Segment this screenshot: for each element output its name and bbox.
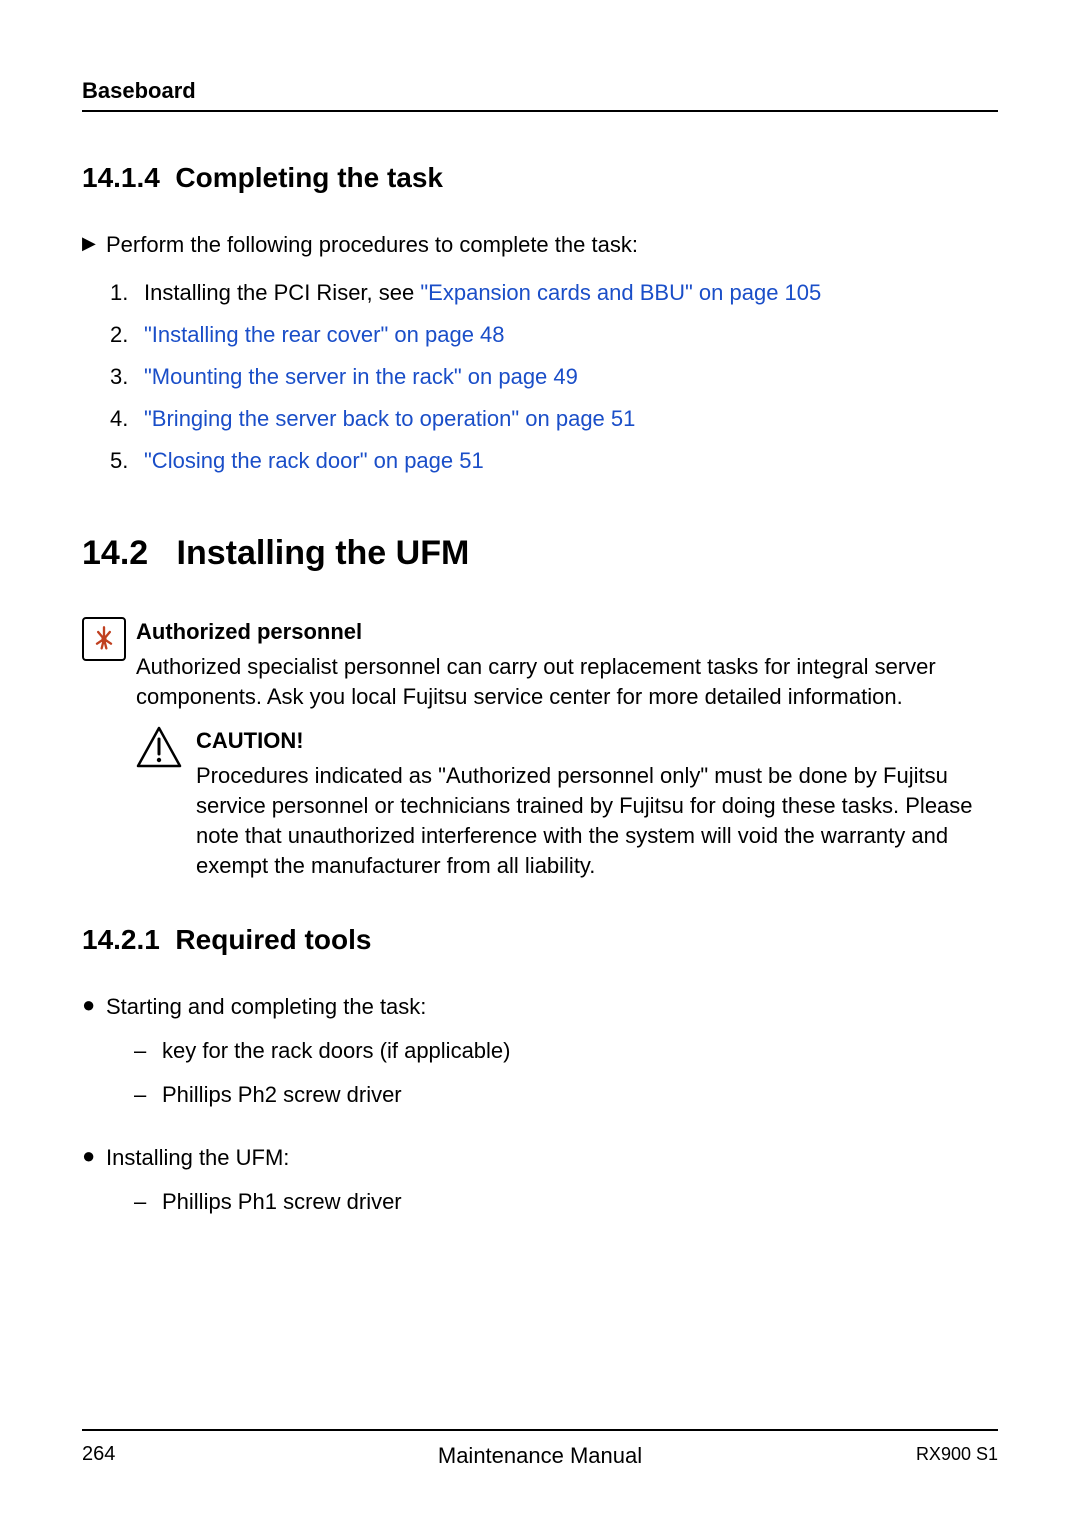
caution-triangle-icon xyxy=(136,726,182,768)
section-heading-required-tools: 14.2.1 Required tools xyxy=(82,924,998,956)
authorized-title: Authorized personnel xyxy=(136,617,998,647)
list-item: –key for the rack doors (if applicable) xyxy=(134,1036,998,1066)
section-heading-installing-ufm: 14.2 Installing the UFM xyxy=(82,534,998,573)
step-4: 4. "Bringing the server back to operatio… xyxy=(110,406,998,432)
list-item: –Phillips Ph1 screw driver xyxy=(134,1187,998,1217)
step-5: 5. "Closing the rack door" on page 51 xyxy=(110,448,998,474)
link-back-operation[interactable]: "Bringing the server back to operation" … xyxy=(144,406,635,432)
dash-text: key for the rack doors (if applicable) xyxy=(162,1036,511,1066)
section-number: 14.1.4 xyxy=(82,162,160,193)
step-number: 3. xyxy=(110,364,144,390)
link-expansion-cards[interactable]: "Expansion cards and BBU" on page 105 xyxy=(420,280,821,305)
section-title: Installing the UFM xyxy=(177,534,470,572)
step-3: 3. "Mounting the server in the rack" on … xyxy=(110,364,998,390)
bullet-text: Installing the UFM: xyxy=(106,1143,998,1173)
intro-text: Perform the following procedures to comp… xyxy=(106,230,638,260)
bullet-text: Starting and completing the task: xyxy=(106,992,998,1022)
section-title: Required tools xyxy=(175,924,371,955)
dot-bullet-icon: ● xyxy=(82,1143,106,1169)
section-heading-completing: 14.1.4 Completing the task xyxy=(82,162,998,194)
section-number: 14.2 xyxy=(82,534,148,572)
section-title: Completing the task xyxy=(175,162,443,193)
step-number: 1. xyxy=(110,280,144,306)
caution-body: Procedures indicated as "Authorized pers… xyxy=(196,761,998,880)
step-number: 4. xyxy=(110,406,144,432)
step-number: 5. xyxy=(110,448,144,474)
step-number: 2. xyxy=(110,322,144,348)
caution-title: CAUTION! xyxy=(196,726,998,756)
page-header: Baseboard xyxy=(82,78,998,112)
link-closing-rack-door[interactable]: "Closing the rack door" on page 51 xyxy=(144,448,484,474)
step-1: 1. Installing the PCI Riser, see "Expans… xyxy=(110,280,998,306)
step-text: Installing the PCI Riser, see xyxy=(144,280,420,305)
link-mounting-rack[interactable]: "Mounting the server in the rack" on pag… xyxy=(144,364,578,390)
footer-center: Maintenance Manual xyxy=(82,1443,998,1469)
authorized-personnel-icon xyxy=(82,617,126,661)
dot-bullet-icon: ● xyxy=(82,992,106,1018)
authorized-body: Authorized specialist personnel can carr… xyxy=(136,652,998,711)
triangle-bullet-icon: ▶ xyxy=(82,230,106,254)
dash-text: Phillips Ph2 screw driver xyxy=(162,1080,402,1110)
step-2: 2. "Installing the rear cover" on page 4… xyxy=(110,322,998,348)
page-footer: 264 Maintenance Manual RX900 S1 xyxy=(82,1429,998,1466)
section-number: 14.2.1 xyxy=(82,924,160,955)
link-rear-cover[interactable]: "Installing the rear cover" on page 48 xyxy=(144,322,505,348)
list-item: –Phillips Ph2 screw driver xyxy=(134,1080,998,1110)
dash-text: Phillips Ph1 screw driver xyxy=(162,1187,402,1217)
